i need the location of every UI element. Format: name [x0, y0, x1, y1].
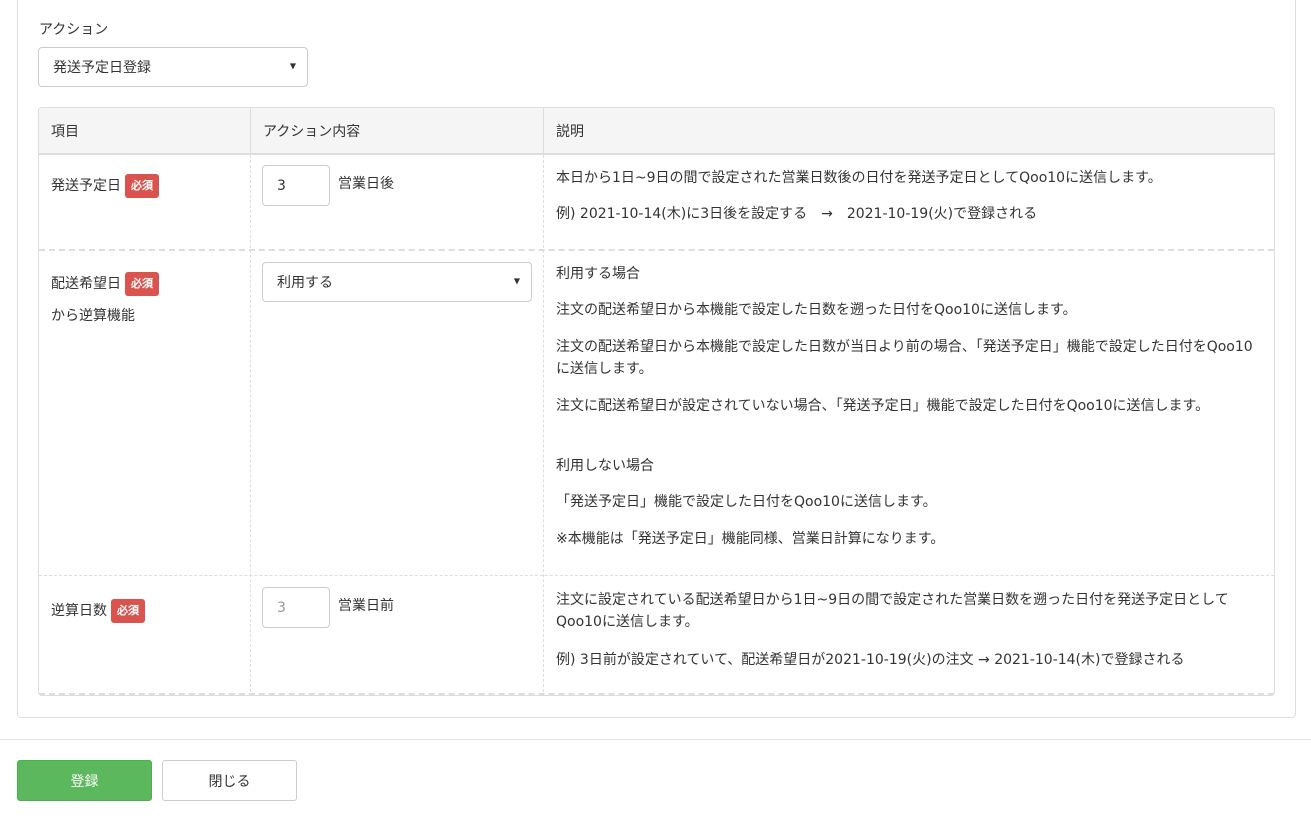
description-line: 本日から1日~9日の間で設定された営業日数後の日付を発送予定日としてQoo10に… [556, 170, 1162, 186]
reverse-days-placeholder: 3 [277, 599, 286, 616]
header-description: 説明 [556, 123, 584, 140]
header-divider [250, 108, 251, 155]
required-badge: 必須 [125, 272, 159, 296]
row-divider [39, 249, 1274, 251]
description-line: 例) 2021-10-14(木)に3日後を設定する → 2021-10-19(火… [556, 206, 1038, 222]
column-divider [250, 155, 251, 695]
reverse-calc-select-value: 利用する [277, 275, 333, 291]
table-row-reverse-days: 逆算日数 必須 [51, 599, 145, 623]
shipping-days-input[interactable]: 3 [262, 165, 330, 206]
header-divider [543, 108, 544, 155]
reverse-calc-select[interactable]: 利用する ▼ [262, 262, 532, 302]
description-line: 利用する場合 [556, 266, 640, 282]
header-action-content: アクション内容 [263, 123, 361, 140]
description-line: 注文の配送希望日から本機能で設定した日数が当日より前の場合、「発送予定日」機能で… [556, 339, 1253, 377]
shipping-days-value: 3 [277, 177, 286, 194]
required-badge: 必須 [125, 174, 159, 198]
close-button[interactable]: 閉じる [162, 760, 297, 801]
row-label: 配送希望日 [51, 276, 121, 292]
description-line: ※本機能は「発送予定日」機能同様、営業日計算になります。 [556, 531, 945, 547]
description-line: 注文の配送希望日から本機能で設定した日数を遡った日付をQoo10に送信します。 [556, 302, 1077, 318]
description-line: 例) 3日前が設定されていて、配送希望日が2021-10-19(火)の注文 → … [556, 652, 1185, 668]
table-header: 項目 アクション内容 説明 [39, 108, 1274, 155]
reverse-days-input[interactable]: 3 [262, 587, 330, 628]
description-line: 注文に配送希望日が設定されていない場合、「発送予定日」機能で設定した日付をQoo… [556, 398, 1210, 414]
unit-label: 営業日後 [338, 176, 394, 192]
description-line: 「発送予定日」機能で設定した日付をQoo10に送信します。 [556, 494, 937, 510]
action-select[interactable]: 発送予定日登録 ▼ [38, 47, 308, 87]
action-label: アクション [39, 22, 109, 38]
table-row-shipping-date: 発送予定日 必須 [51, 174, 159, 198]
description-line: 利用しない場合 [556, 458, 654, 474]
description-line: 注文に設定されている配送希望日から1日~9日の間で設定された営業日数を遡った日付… [556, 592, 1229, 630]
register-button[interactable]: 登録 [17, 760, 152, 801]
row-divider [39, 693, 1274, 695]
table-row-reverse-calc: 配送希望日 必須 [51, 272, 159, 296]
caret-down-icon: ▼ [289, 61, 296, 71]
column-divider [543, 155, 544, 695]
footer-divider [0, 739, 1311, 740]
caret-down-icon: ▼ [513, 276, 520, 286]
row-label: 逆算日数 [51, 603, 107, 619]
action-select-value: 発送予定日登録 [53, 60, 151, 76]
settings-table: 項目 アクション内容 説明 発送予定日 必須 3 営業日後 本日から1日~9日の間… [38, 107, 1275, 696]
row-divider [39, 575, 1274, 576]
header-item: 項目 [51, 123, 79, 140]
row-label: 発送予定日 [51, 178, 121, 194]
required-badge: 必須 [111, 599, 145, 623]
unit-label: 営業日前 [338, 598, 394, 614]
row-label-continued: から逆算機能 [51, 308, 135, 324]
